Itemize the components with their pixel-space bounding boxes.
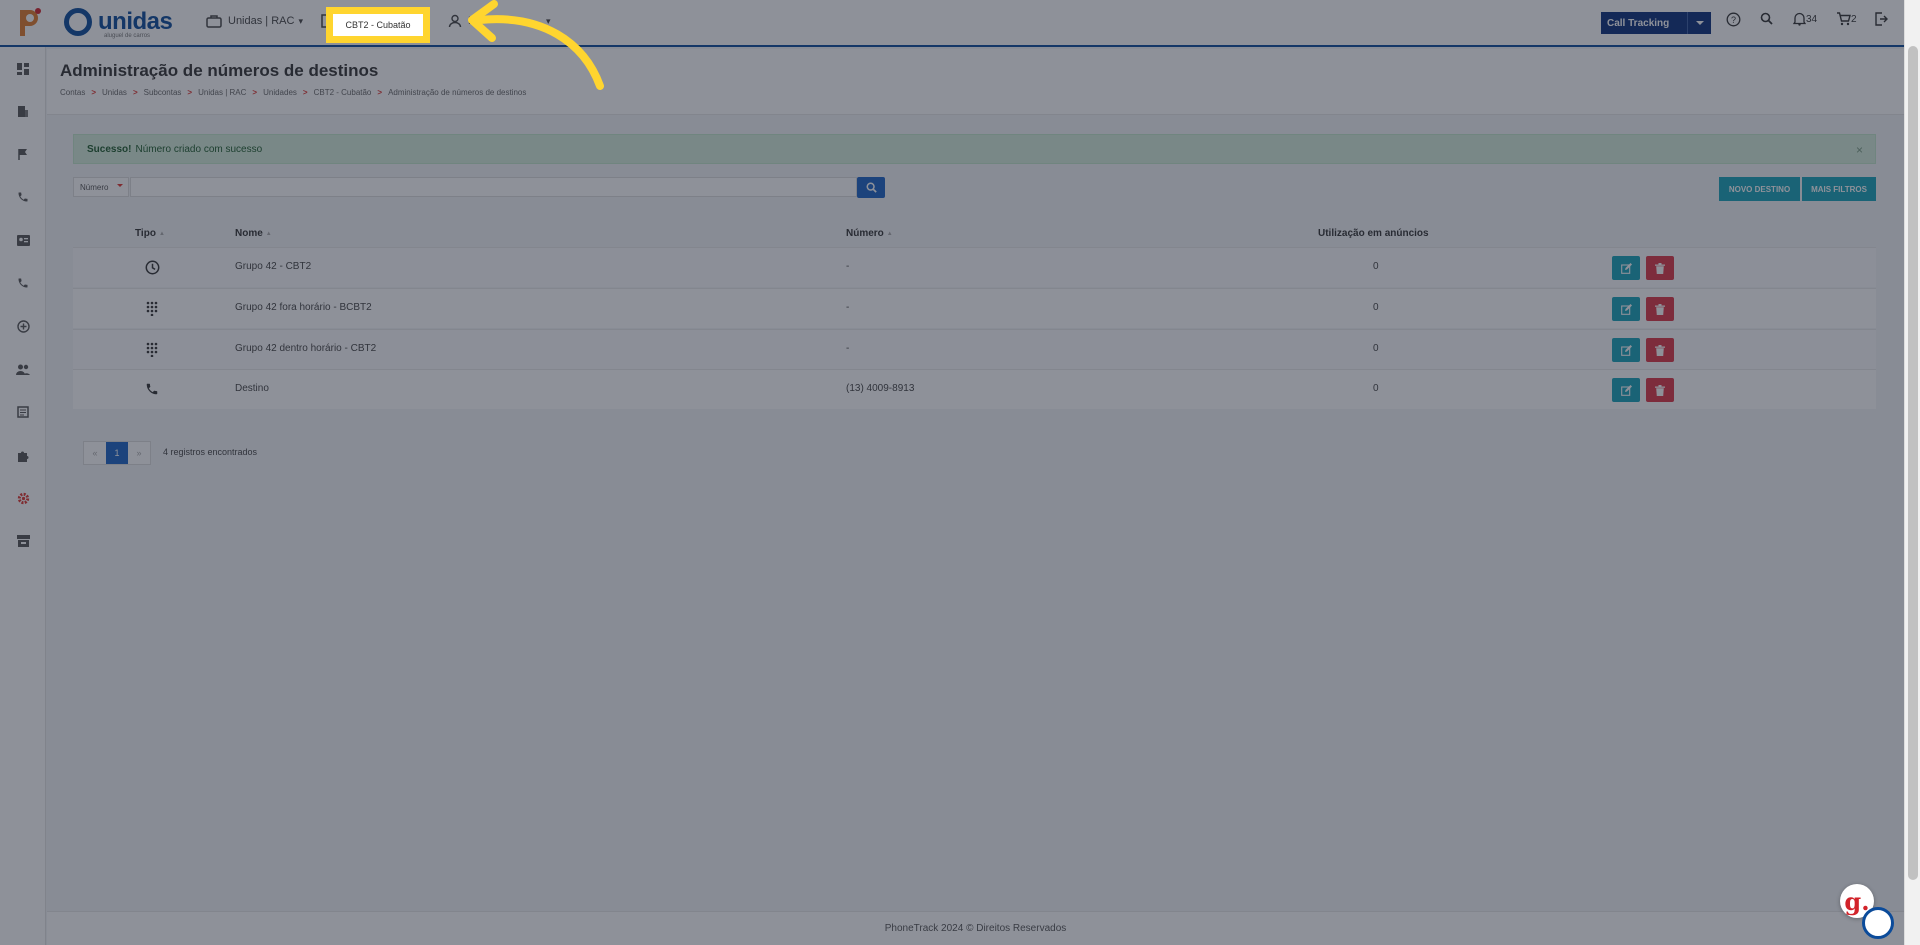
highlighted-unit-selector[interactable]: CBT2 - Cubatão: [326, 7, 430, 43]
highlighted-unit-label: CBT2 - Cubatão: [345, 20, 411, 30]
phonetrack-widget-button[interactable]: [1862, 907, 1894, 939]
scrollbar-thumb[interactable]: [1908, 46, 1918, 880]
tutorial-overlay: [0, 0, 1920, 945]
pointer-arrow-icon: [468, 0, 604, 90]
page-scrollbar[interactable]: [1904, 0, 1920, 945]
